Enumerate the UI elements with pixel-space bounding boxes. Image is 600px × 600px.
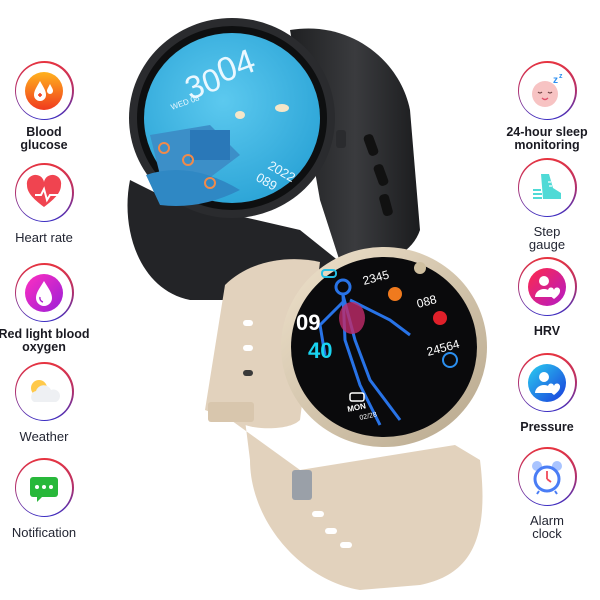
chat-bubble-icon [30,476,58,502]
sleep-face-icon: z z [532,73,563,107]
person-heart-icon [528,267,566,306]
feature-label: gauge [528,237,566,252]
heart-icon [433,311,447,325]
feature-pressure: Pressure [492,353,600,434]
feature-label: clock [532,526,562,541]
feature-label: oxygen [22,340,66,354]
gold-crown-button [414,262,426,274]
svg-text:z: z [559,73,563,80]
feature-sleep: z z 24-hour sleep monitoring [492,61,600,152]
feature-step: Step gauge [492,158,600,251]
band-buckle [292,470,312,500]
feature-label: Notification [11,525,77,540]
feature-blood-glucose: Blood glucose [0,61,99,152]
feature-hrv: HRV [492,257,600,338]
feature-label: glucose [20,138,68,152]
feature-label: Pressure [520,420,574,434]
feature-blood-oxygen: Red light blood oxygen [0,263,99,354]
calorie-icon [388,287,402,301]
oxygen-drop-icon [25,273,63,312]
weather-cloud-icon [31,379,60,402]
svg-text:z: z [553,75,558,86]
feature-weather: Weather [0,362,99,443]
feature-label: Heart rate [15,230,73,245]
feature-notification: Notification [0,458,99,539]
feature-label: HRV [533,324,561,338]
alarm-clock-icon [532,460,562,495]
feature-alarm: Alarm clock [492,447,600,540]
gold-watch-minute: 40 [308,338,332,363]
feature-heart-rate: Heart rate [0,163,99,244]
heart-pulse-icon [26,174,62,207]
blood-drop-icon [25,71,63,110]
feature-label: Weather [19,429,69,444]
gold-watch-hour: 09 [296,310,320,335]
feature-label: monitoring [514,138,580,152]
shoe-icon [533,173,561,199]
crown-button [336,130,346,148]
person-heart-blue-icon [528,363,566,402]
